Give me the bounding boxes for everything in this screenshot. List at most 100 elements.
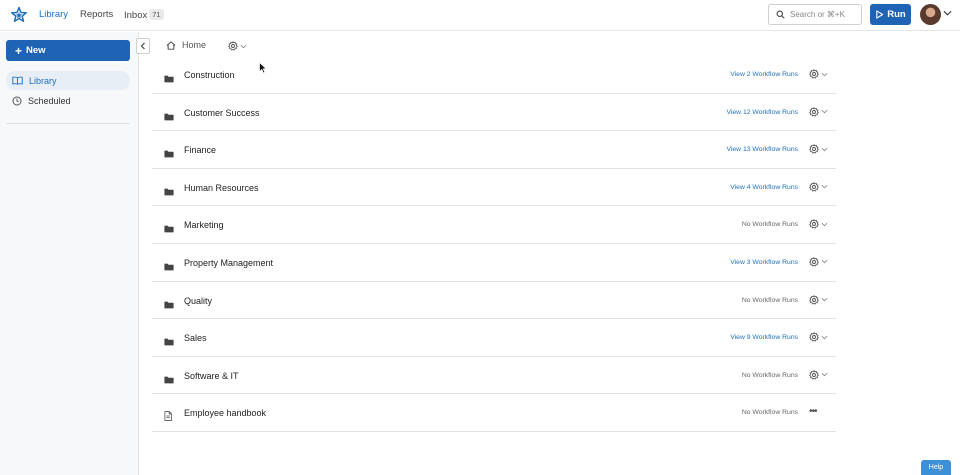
new-button[interactable]: + New	[6, 40, 130, 61]
item-name[interactable]: Customer Success	[184, 108, 260, 118]
item-name[interactable]: Finance	[184, 145, 216, 155]
gear-icon	[809, 69, 819, 79]
workflow-runs-link[interactable]: View 3 Workflow Runs	[730, 259, 798, 266]
item-name[interactable]: Construction	[184, 70, 235, 80]
item-name[interactable]: Employee handbook	[184, 408, 266, 418]
document-icon	[164, 411, 172, 422]
folder-settings-menu[interactable]	[228, 41, 247, 51]
gear-icon	[809, 144, 819, 154]
run-button[interactable]: Run	[870, 4, 911, 25]
workflow-runs-link[interactable]: View 4 Workflow Runs	[730, 184, 798, 191]
item-settings-menu[interactable]	[809, 332, 828, 342]
user-avatar[interactable]	[920, 4, 941, 25]
nav-library[interactable]: Library	[39, 9, 68, 20]
item-type-icon	[164, 408, 172, 426]
folder-icon	[164, 376, 174, 384]
workflow-runs-link[interactable]: View 13 Workflow Runs	[726, 146, 798, 153]
nav-inbox[interactable]: Inbox 71	[124, 9, 164, 21]
book-icon	[12, 76, 23, 85]
item-settings-menu[interactable]	[809, 69, 828, 79]
breadcrumb[interactable]: Home	[166, 40, 206, 50]
item-settings-menu[interactable]	[809, 219, 828, 230]
folder-icon	[164, 263, 174, 271]
nav-reports[interactable]: Reports	[80, 9, 113, 20]
item-settings-menu[interactable]	[809, 256, 828, 267]
new-button-label: New	[26, 45, 46, 56]
home-icon	[166, 40, 176, 50]
item-settings-menu[interactable]	[809, 144, 828, 154]
item-name[interactable]: Software & IT	[184, 371, 239, 381]
workflow-runs-link[interactable]: View 12 Workflow Runs	[726, 109, 798, 116]
mouse-cursor-icon	[259, 62, 267, 74]
list-item[interactable]: Human Resources View 4 Workflow Runs	[152, 169, 836, 207]
item-settings-menu[interactable]	[809, 181, 828, 192]
sidebar-item-library[interactable]: Library	[6, 71, 130, 90]
search-box[interactable]	[768, 4, 862, 25]
chevron-down-icon	[821, 297, 828, 302]
library-list: Construction View 2 Workflow Runs Customer…	[152, 56, 836, 432]
workflow-runs-label: No Workflow Runs	[741, 221, 798, 229]
item-settings-menu[interactable]	[809, 106, 828, 117]
sidebar-item-label: Scheduled	[28, 95, 71, 106]
folder-icon	[164, 188, 174, 196]
folder-icon	[164, 226, 174, 233]
gear-icon	[809, 106, 819, 117]
list-item[interactable]: Sales View 9 Workflow Runs	[152, 319, 836, 357]
item-name[interactable]: Property Management	[184, 258, 273, 268]
chevron-down-icon	[821, 72, 828, 76]
more-options-icon[interactable]: •••	[809, 406, 817, 417]
play-icon	[876, 10, 884, 19]
item-type-icon	[164, 333, 174, 351]
list-item[interactable]: Marketing No Workflow Runs	[152, 206, 836, 244]
list-item[interactable]: Construction View 2 Workflow Runs	[152, 56, 836, 94]
top-bar: Library Reports Inbox71 Run	[0, 0, 960, 31]
gear-icon	[809, 369, 819, 380]
list-item[interactable]: Software & IT No Workflow Runs	[152, 357, 836, 395]
chevron-down-icon	[821, 185, 828, 189]
gear-icon	[809, 332, 819, 342]
search-icon	[776, 10, 785, 19]
chevron-left-icon	[140, 42, 145, 50]
breadcrumb-home[interactable]: Home	[182, 40, 206, 50]
workflow-runs-label: No Workflow Runs	[741, 409, 798, 417]
item-type-icon	[164, 371, 174, 389]
gear-icon	[809, 256, 819, 267]
item-settings-menu[interactable]	[809, 294, 828, 305]
collapse-sidebar-button[interactable]	[136, 38, 150, 54]
workflow-runs-link[interactable]: View 2 Workflow Runs	[730, 71, 798, 78]
item-type-icon	[164, 108, 174, 126]
folder-icon	[164, 301, 174, 308]
item-name[interactable]: Marketing	[184, 220, 224, 230]
chevron-down-icon[interactable]	[943, 10, 952, 16]
item-settings-menu[interactable]	[809, 369, 828, 380]
workflow-runs-label: No Workflow Runs	[741, 371, 798, 379]
sidebar-item-scheduled[interactable]: Scheduled	[6, 91, 130, 110]
chevron-down-icon	[821, 147, 828, 152]
chevron-down-icon	[821, 222, 828, 227]
workflow-runs-label: No Workflow Runs	[741, 296, 798, 304]
chevron-down-icon	[821, 109, 828, 114]
list-item[interactable]: Property Management View 3 Workflow Runs	[152, 244, 836, 282]
list-item[interactable]: Quality No Workflow Runs	[152, 282, 836, 320]
folder-icon	[164, 150, 174, 158]
list-item[interactable]: Employee handbook No Workflow Runs •••	[152, 394, 836, 432]
item-name[interactable]: Quality	[184, 296, 212, 306]
item-type-icon	[164, 145, 174, 163]
plus-icon: +	[15, 43, 23, 58]
help-button[interactable]: Help	[921, 460, 951, 475]
list-item[interactable]: Finance View 13 Workflow Runs	[152, 131, 836, 169]
sidebar-item-label: Library	[29, 75, 57, 86]
chevron-down-icon	[821, 260, 828, 264]
folder-icon	[164, 75, 174, 83]
item-name[interactable]: Human Resources	[184, 183, 259, 193]
workflow-runs-link[interactable]: View 9 Workflow Runs	[730, 334, 798, 341]
list-item[interactable]: Customer Success View 12 Workflow Runs	[152, 94, 836, 132]
chevron-down-icon	[821, 373, 828, 377]
search-input[interactable]	[790, 7, 860, 22]
nav-inbox-label: Inbox	[124, 10, 148, 21]
chevron-down-icon	[240, 44, 247, 48]
item-name[interactable]: Sales	[184, 333, 207, 343]
item-type-icon	[164, 220, 174, 238]
item-type-icon	[164, 258, 174, 276]
star-logo-icon[interactable]	[10, 6, 28, 24]
